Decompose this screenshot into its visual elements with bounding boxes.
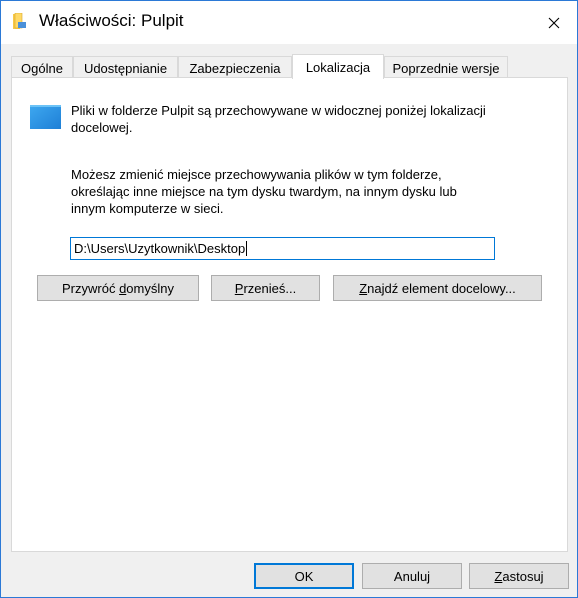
apply-button[interactable]: Zastosuj [469,563,569,589]
location-description: Pliki w folderze Pulpit są przechowywane… [71,103,486,135]
tab-general[interactable]: Ogólne [11,56,73,79]
location-panel: Pliki w folderze Pulpit są przechowywane… [11,77,568,552]
path-value: D:\Users\Uzytkownik\Desktop [74,241,246,256]
desktop-folder-icon [29,101,61,133]
path-input[interactable]: D:\Users\Uzytkownik\Desktop [70,237,495,260]
ok-button[interactable]: OK [254,563,354,589]
tab-location[interactable]: Lokalizacja [292,54,384,79]
text-caret [246,241,248,256]
move-button[interactable]: Przenieś... [211,275,320,301]
close-button[interactable] [531,1,577,44]
close-icon [548,17,560,28]
tab-strip: Ogólne Udostępnianie Zabezpieczenia Loka… [11,54,571,79]
find-target-button[interactable]: Znajdź element docelowy... [333,275,542,301]
folder-icon [13,12,29,30]
tab-previous-versions[interactable]: Poprzednie wersje [384,56,508,79]
cancel-button[interactable]: Anuluj [362,563,462,589]
window-title: Właściwości: Pulpit [39,11,184,30]
title-bar: Właściwości: Pulpit [1,1,577,44]
tab-sharing[interactable]: Udostępnianie [73,56,178,79]
restore-default-button[interactable]: Przywróć d omyślny [37,275,199,301]
tab-security[interactable]: Zabezpieczenia [178,56,292,79]
properties-dialog: Właściwości: Pulpit Ogólne Udostępnianie… [0,0,578,598]
location-info: Możesz zmienić miejsce przechowywania pl… [71,167,457,216]
